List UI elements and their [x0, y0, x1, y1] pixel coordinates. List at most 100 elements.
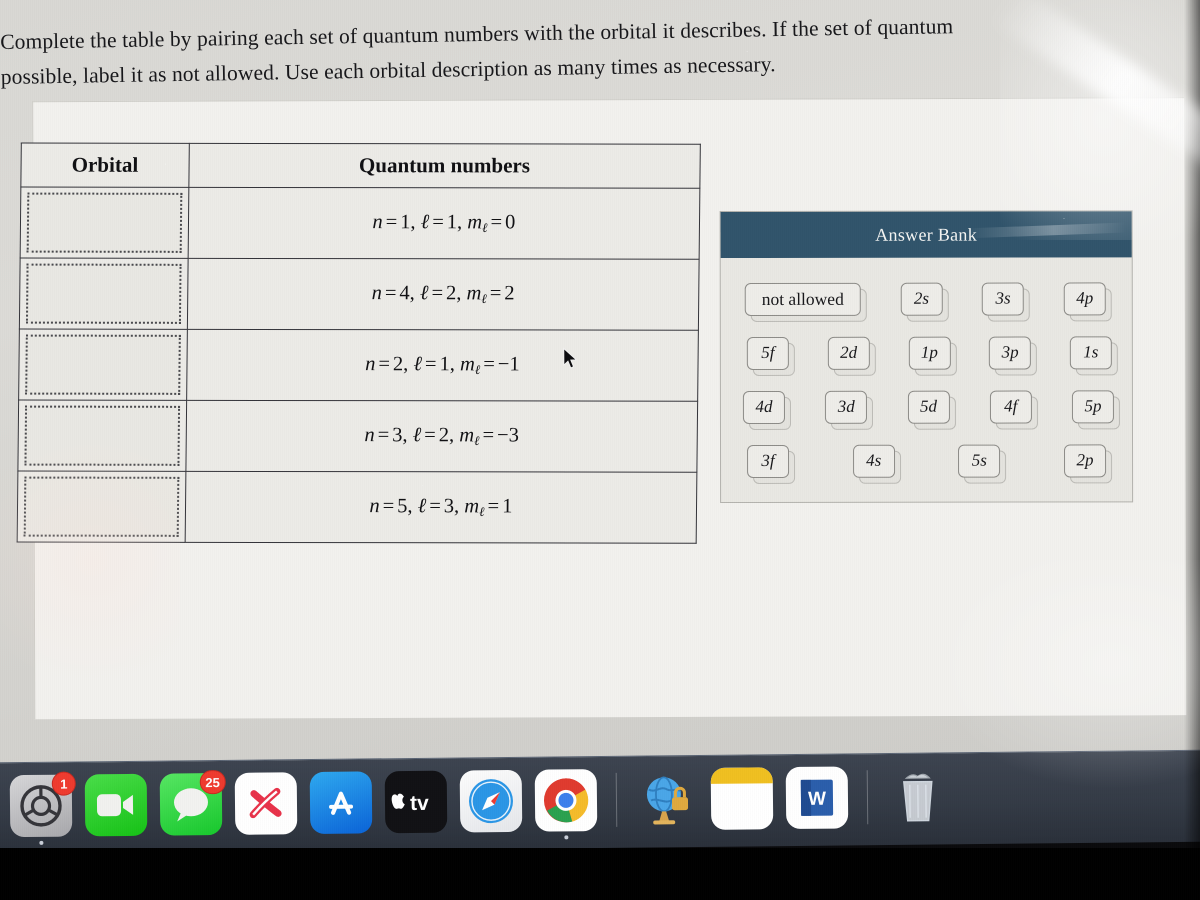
- dock-item-trash[interactable]: [887, 765, 950, 828]
- dock-item-chrome[interactable]: [534, 769, 598, 840]
- dock-item-news[interactable]: [234, 772, 298, 835]
- microsoft-word-icon: W: [800, 779, 834, 816]
- answer-tile-3d[interactable]: 3d: [825, 390, 868, 424]
- column-header-quantum-numbers: Quantum numbers: [188, 143, 701, 189]
- answer-tile-4s[interactable]: 4s: [852, 444, 895, 478]
- answer-tile-4p[interactable]: 4p: [1063, 281, 1106, 315]
- answer-bank-row-4: 3f 4s 5s 2p: [733, 433, 1120, 488]
- orbital-cell[interactable]: [19, 258, 188, 330]
- quantum-numbers-cell-5: n = 5, ℓ = 3, mℓ = 1: [184, 471, 697, 544]
- answer-tile-2s[interactable]: 2s: [900, 282, 943, 316]
- chrome-icon: [543, 778, 589, 823]
- badge-messages: 25: [199, 769, 226, 795]
- quantum-numbers-table: Orbital Quantum numbers n = 1, ℓ = 1, mℓ = 0: [16, 142, 701, 544]
- dock-item-system-preferences[interactable]: 1: [9, 771, 76, 845]
- orbital-cell[interactable]: [17, 400, 187, 472]
- orbital-dropzone-5[interactable]: [23, 476, 180, 537]
- answer-tile-5f[interactable]: 5f: [746, 336, 789, 370]
- table-body: n = 1, ℓ = 1, mℓ = 0 n = 4, ℓ = 2, mℓ = 2: [17, 187, 700, 544]
- svg-text:W: W: [808, 789, 826, 810]
- dock-item-microsoft-word[interactable]: W: [785, 766, 849, 830]
- row3-l: 1: [439, 352, 450, 375]
- badge-system-preferences: 1: [51, 771, 76, 796]
- svg-text:tv: tv: [410, 792, 429, 815]
- quantum-numbers-cell-1: n = 1, ℓ = 1, mℓ = 0: [187, 187, 700, 260]
- laptop-bottom-bezel: [0, 848, 1200, 900]
- answer-tile-3s[interactable]: 3s: [982, 282, 1025, 316]
- table-row: n = 2, ℓ = 1, mℓ = −1: [18, 329, 699, 402]
- row1-l: 1: [446, 210, 458, 234]
- row3-ml: −1: [497, 353, 520, 376]
- row2-ml: 2: [504, 282, 515, 305]
- answer-tile-3f[interactable]: 3f: [747, 444, 790, 478]
- orbital-cell[interactable]: [17, 471, 186, 543]
- dock-item-facetime[interactable]: [84, 773, 148, 837]
- orbital-dropzone-4[interactable]: [24, 405, 180, 466]
- answer-tile-4d[interactable]: 4d: [742, 390, 785, 424]
- answer-tile-2p[interactable]: 2p: [1063, 443, 1107, 477]
- dock-separator-2: [866, 770, 869, 825]
- app-store-icon: [329, 791, 354, 815]
- answer-tile-2d[interactable]: 2d: [827, 336, 870, 370]
- row4-n: 3: [392, 423, 403, 446]
- answer-bank-title: Answer Bank: [875, 224, 978, 245]
- row3-n: 2: [392, 352, 404, 375]
- answer-bank-row-2: 5f 2d 1p 3p 1s: [733, 325, 1120, 380]
- answer-tile-not-allowed[interactable]: not allowed: [744, 282, 861, 316]
- answer-tile-1p[interactable]: 1p: [908, 336, 951, 370]
- safari-compass-icon: [468, 779, 513, 824]
- answer-bank-tiles: not allowed 2s 3s 4p 5f 2d 1p 3p 1s 4d 3…: [721, 257, 1132, 496]
- apple-tv-icon: tv: [391, 792, 429, 815]
- answer-tile-5d[interactable]: 5d: [907, 390, 950, 424]
- answer-tile-3p[interactable]: 3p: [989, 336, 1032, 370]
- row5-n: 5: [397, 494, 408, 517]
- facetime-camera-icon: [96, 794, 134, 817]
- quantum-numbers-table-wrapper: Orbital Quantum numbers n = 1, ℓ = 1, mℓ = 0: [16, 142, 701, 544]
- dock-item-messages[interactable]: 25: [159, 769, 226, 836]
- answer-tile-4f[interactable]: 4f: [989, 390, 1032, 424]
- dock-item-apple-tv[interactable]: tv: [384, 770, 448, 834]
- answer-bank-header: Answer Bank: [720, 211, 1132, 259]
- globe-lock-icon: [646, 776, 689, 825]
- table-row: n = 4, ℓ = 2, mℓ = 2: [19, 258, 700, 331]
- quantum-numbers-cell-4: n = 3, ℓ = 2, mℓ = −3: [185, 400, 698, 473]
- orbital-dropzone-1[interactable]: [26, 192, 183, 253]
- answer-tile-1s[interactable]: 1s: [1069, 335, 1112, 369]
- row2-l: 2: [445, 281, 457, 305]
- orbital-dropzone-3[interactable]: [25, 334, 181, 395]
- column-header-orbital: Orbital: [20, 143, 190, 188]
- header-glare: [965, 222, 1126, 239]
- table-row: n = 1, ℓ = 1, mℓ = 0: [20, 187, 700, 260]
- quantum-numbers-cell-3: n = 2, ℓ = 1, mℓ = −1: [186, 329, 699, 402]
- row1-n: 1: [400, 210, 411, 233]
- row4-l: 2: [438, 423, 450, 446]
- orbital-cell[interactable]: [20, 187, 189, 259]
- orbital-dropzone-2[interactable]: [25, 263, 182, 324]
- row5-ml: 1: [502, 495, 513, 518]
- instruction-prompt: Complete the table by pairing each set o…: [0, 6, 1151, 95]
- running-indicator: [564, 835, 569, 840]
- dock-item-notes[interactable]: [710, 767, 774, 830]
- row2-n: 4: [399, 281, 410, 304]
- laptop-screen-surface: Complete the table by pairing each set o…: [0, 0, 1200, 766]
- dock-item-safari[interactable]: [459, 769, 523, 833]
- dock-items: 1 25 tv W: [9, 759, 950, 845]
- answer-tile-5s[interactable]: 5s: [958, 444, 1001, 478]
- orbital-cell[interactable]: [18, 329, 188, 401]
- answer-bank-row-1: not allowed 2s 3s 4p: [733, 271, 1120, 326]
- notes-header-strip: [710, 767, 773, 784]
- table-row: n = 3, ℓ = 2, mℓ = −3: [17, 400, 698, 473]
- table-row: n = 5, ℓ = 3, mℓ = 1: [17, 471, 697, 544]
- dock-separator-1: [615, 772, 618, 827]
- answer-bank-row-3: 4d 3d 5d 4f 5p: [733, 379, 1120, 434]
- running-indicator: [39, 840, 44, 845]
- dock-item-keychain-access[interactable]: [636, 768, 699, 831]
- row5-l: 3: [443, 494, 455, 518]
- dock-item-app-store[interactable]: [309, 771, 373, 835]
- macos-dock: 1 25 tv W: [0, 749, 1200, 855]
- trash-icon: [903, 773, 933, 822]
- row1-ml: 0: [505, 211, 516, 234]
- row4-ml: −3: [496, 424, 520, 447]
- news-icon: [249, 787, 282, 819]
- answer-tile-5p[interactable]: 5p: [1071, 389, 1114, 423]
